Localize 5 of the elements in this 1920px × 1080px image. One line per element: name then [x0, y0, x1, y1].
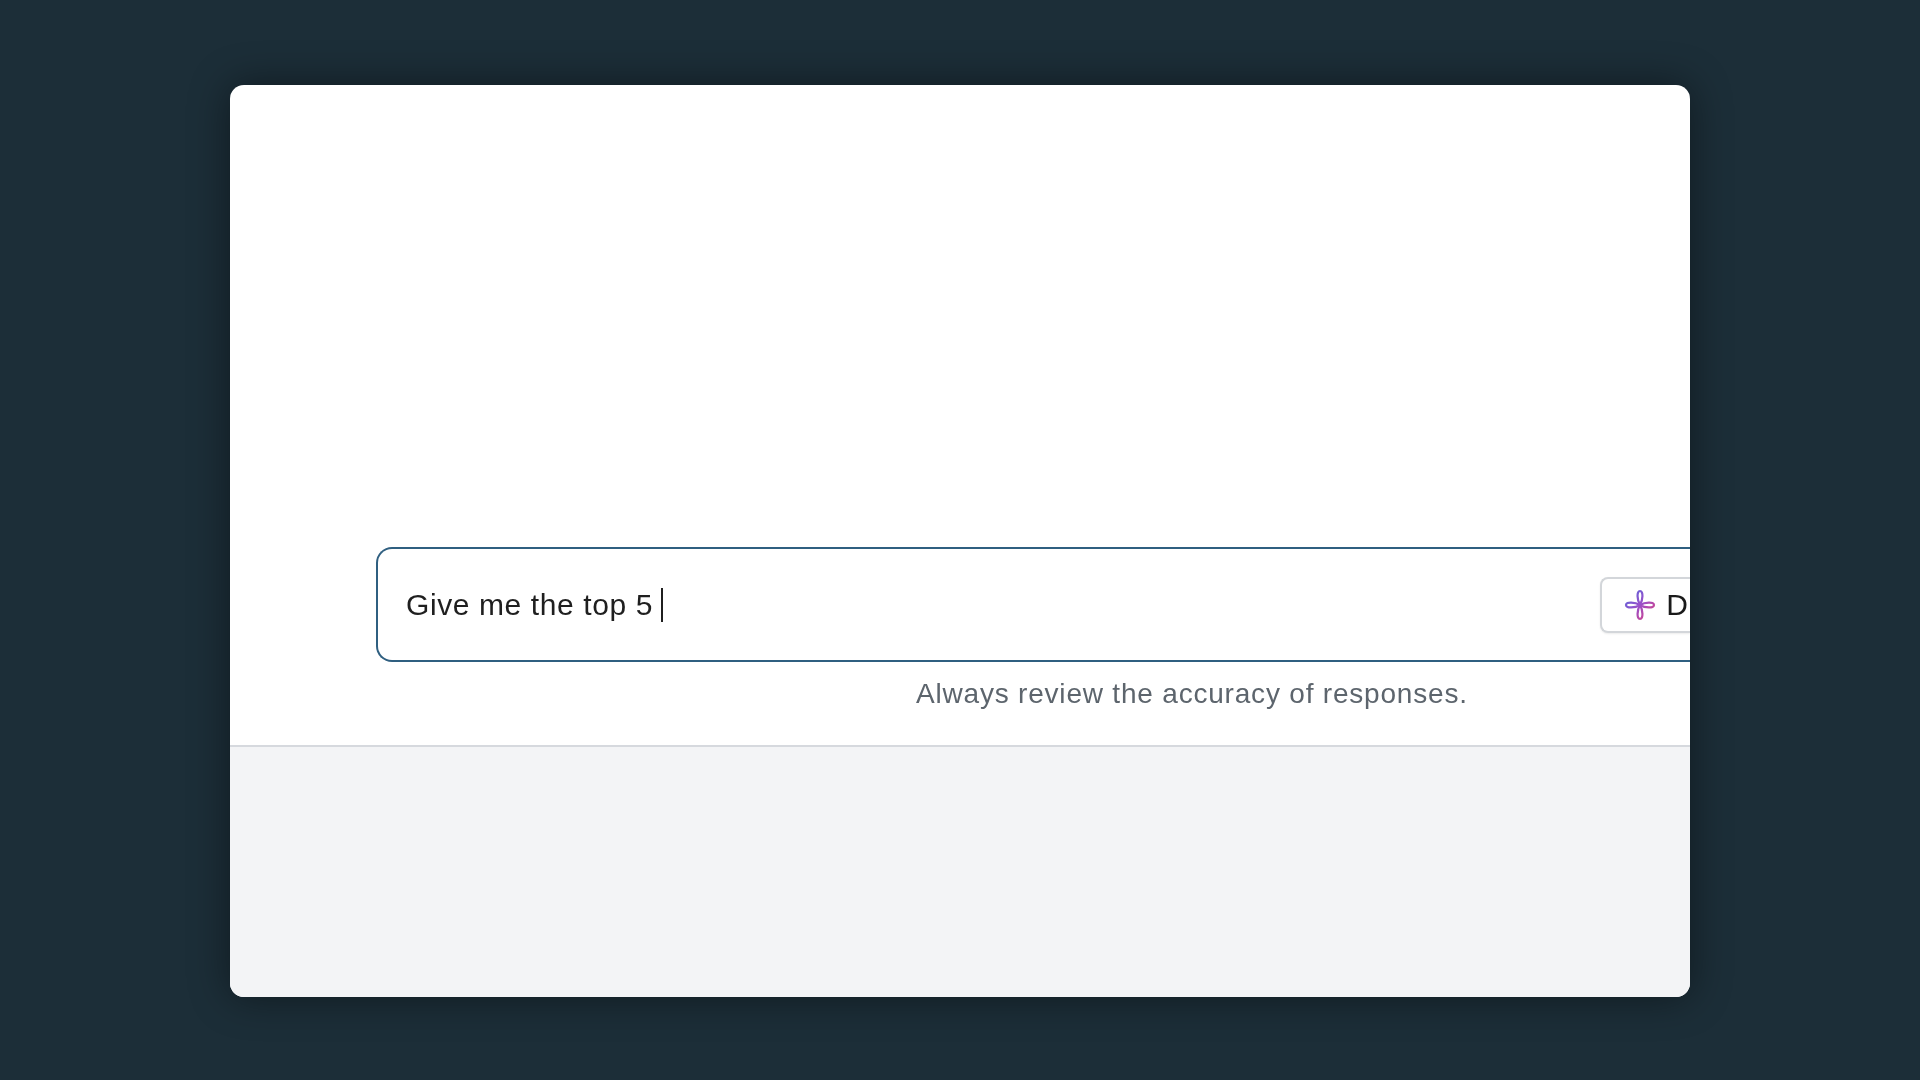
input-value-text: Give me the top 5 — [406, 587, 653, 623]
knot-sparkle-icon — [1624, 588, 1657, 621]
assistant-button[interactable]: D — [1600, 576, 1690, 633]
disclaimer-text: Always review the accuracy of responses. — [916, 678, 1468, 709]
chat-input-field[interactable]: Give me the top 5 D — [376, 547, 1690, 662]
